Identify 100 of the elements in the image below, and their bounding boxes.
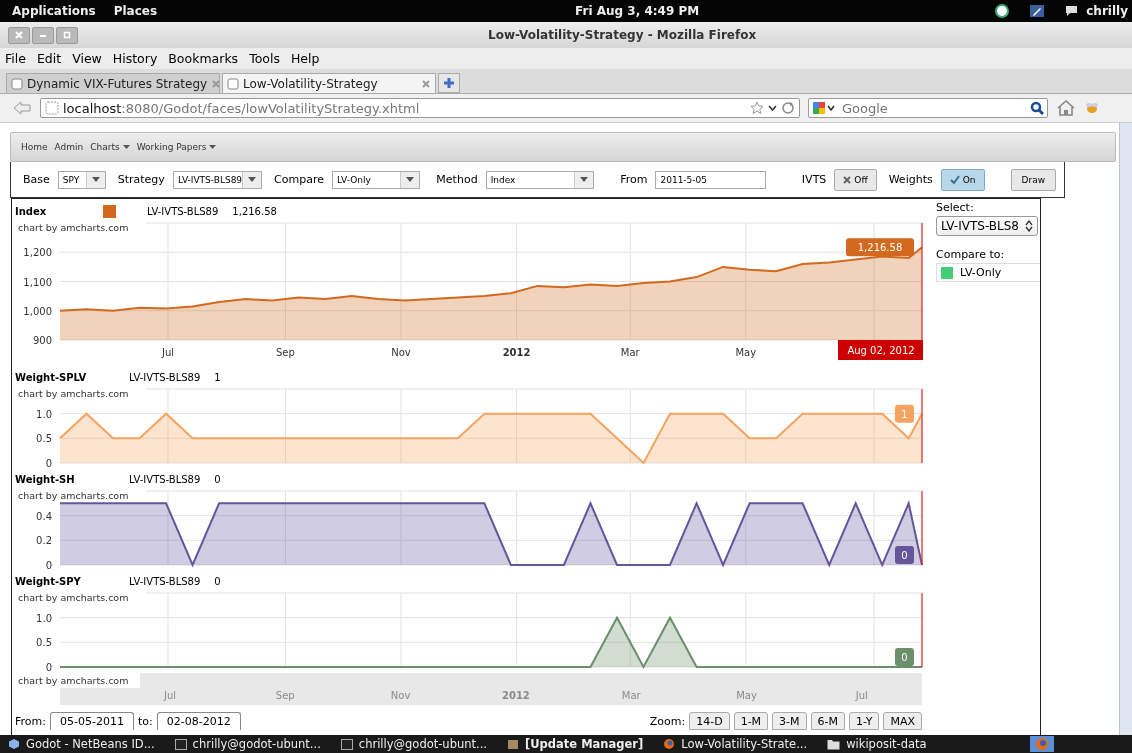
menu-item[interactable]: History xyxy=(112,51,158,66)
legend-label: LV-IVTS-BLS89 xyxy=(129,473,201,485)
navigator-label: 2012 xyxy=(502,690,530,701)
dropdown-button[interactable] xyxy=(400,171,420,188)
y-tick-label: 1,100 xyxy=(23,276,52,288)
dropdown-button[interactable] xyxy=(574,171,594,188)
zoom-button[interactable]: MAX xyxy=(883,712,922,730)
terminal-icon xyxy=(174,738,187,750)
zoom-button[interactable]: 14-D xyxy=(689,712,730,730)
search-engine-icon[interactable] xyxy=(812,101,836,115)
menu-item[interactable]: Bookmarks xyxy=(168,51,239,66)
y-tick-label: 0.5 xyxy=(36,637,52,649)
date-field[interactable]: 05-05-2011 xyxy=(49,712,134,730)
taskbar-item[interactable]: [Update Manager] xyxy=(501,736,650,752)
zoom-button[interactable]: 1-M xyxy=(733,712,769,730)
new-tab-button[interactable] xyxy=(438,73,460,93)
strategy-select[interactable]: LV-IVTS-BLS8 xyxy=(936,216,1038,236)
taskbar-item[interactable]: Low-Volatility-Strate... xyxy=(657,736,814,752)
date-field[interactable]: 02-08-2012 xyxy=(156,712,241,730)
field-label: IVTS xyxy=(801,173,827,186)
menu-item[interactable]: View xyxy=(72,51,102,66)
nav-link[interactable]: Charts xyxy=(90,142,130,152)
menu-item[interactable]: File xyxy=(5,51,26,66)
zoom-button[interactable]: 1-Y xyxy=(849,712,880,730)
caret-icon xyxy=(91,177,100,182)
x-tick-label: Mar xyxy=(620,347,640,358)
select-field[interactable]: SPY xyxy=(57,170,106,189)
x-tick-label: May xyxy=(735,347,757,358)
address-field[interactable]: localhost:8080/Godot/faces/lowVolatilityStrategy.xhtml xyxy=(40,98,800,118)
pen-icon[interactable] xyxy=(1029,4,1046,18)
taskbar-item[interactable]: chrilly@godot-ubunt... xyxy=(168,736,327,752)
page-icon xyxy=(11,77,23,90)
value-label: 0 xyxy=(895,546,914,564)
credit-text: chart by amcharts.com xyxy=(18,490,129,501)
nav-link[interactable]: Working Papers xyxy=(136,142,217,152)
dropdown-icon[interactable] xyxy=(768,105,777,111)
select-field[interactable]: LV-Only xyxy=(332,170,421,189)
zoom-button[interactable]: 6-M xyxy=(810,712,846,730)
nav-link[interactable]: Home xyxy=(21,142,48,152)
minimize-button[interactable] xyxy=(32,26,54,44)
toggle-button[interactable]: Off xyxy=(834,168,877,191)
caret-icon xyxy=(406,177,415,182)
credit-text: chart by amcharts.com xyxy=(18,592,129,603)
browser-tab[interactable]: Dynamic VIX-Futures Strategy xyxy=(6,73,220,93)
browser-icon[interactable] xyxy=(1030,736,1054,752)
toggle-button[interactable]: On xyxy=(940,168,985,191)
y-tick-label: 900 xyxy=(32,335,52,346)
value-label: 1 xyxy=(895,404,914,423)
y-tick-label: 1.0 xyxy=(36,612,52,624)
close-icon[interactable] xyxy=(211,78,222,89)
dropdown-button[interactable] xyxy=(85,171,105,188)
nav-link[interactable]: Admin xyxy=(54,142,84,152)
page-icon xyxy=(45,101,59,115)
menu-item[interactable]: Tools xyxy=(249,51,280,66)
close-button[interactable] xyxy=(8,26,30,44)
taskbar-item[interactable]: chrilly@godot-ubunt... xyxy=(334,736,493,752)
user-name[interactable]: chrilly xyxy=(1086,4,1128,18)
draw-button[interactable]: Draw xyxy=(1010,168,1056,191)
navigator-label: Mar xyxy=(621,690,641,701)
text-field[interactable]: 2011-5-05 xyxy=(655,170,766,189)
chat-icon[interactable] xyxy=(1065,5,1079,17)
select-field[interactable]: Index xyxy=(485,170,595,189)
maximize-icon xyxy=(63,31,71,39)
legend-label: LV-IVTS-BLS89 xyxy=(147,205,219,217)
credit-text: chart by amcharts.com xyxy=(18,388,129,399)
scrollbar[interactable] xyxy=(1119,123,1132,735)
taskbar-item[interactable]: Godot - NetBeans ID... xyxy=(2,736,161,752)
search-bar[interactable]: Google xyxy=(808,98,1048,118)
home-icon[interactable] xyxy=(1056,99,1076,117)
credit-text: chart by amcharts.com xyxy=(18,222,129,233)
window-title: Low-Volatility-Strategy - Mozilla Firefox xyxy=(488,28,757,42)
browser-tab[interactable]: Low-Volatility-Strategy xyxy=(222,73,436,93)
select-field[interactable]: LV-IVTS-BLS89 xyxy=(172,170,263,189)
zoom-button[interactable]: 3-M xyxy=(772,712,807,730)
back-icon[interactable] xyxy=(12,100,32,116)
clock[interactable]: Fri Aug 3, 4:49 PM xyxy=(575,4,700,18)
panel-menu[interactable]: Applications xyxy=(12,4,96,18)
chart-title: Weight-SH xyxy=(15,473,76,485)
legend-value: 0 xyxy=(214,473,221,485)
package-icon xyxy=(507,738,519,750)
menu-item[interactable]: Edit xyxy=(36,51,62,66)
date-label: Aug 02, 2012 xyxy=(838,340,923,360)
menu-item[interactable]: Help xyxy=(290,51,320,66)
maximize-button[interactable] xyxy=(56,26,78,44)
field-label: Method xyxy=(436,173,478,186)
network-icon[interactable] xyxy=(995,4,1010,18)
star-icon[interactable] xyxy=(750,101,764,115)
y-tick-label: 1.0 xyxy=(36,408,52,420)
search-icon[interactable] xyxy=(1030,101,1044,115)
panel-menu[interactable]: Places xyxy=(113,4,158,18)
value-label: 0 xyxy=(895,648,914,666)
x-tick-label: Jul xyxy=(161,347,175,358)
bee-icon[interactable] xyxy=(1084,101,1100,115)
dropdown-button[interactable] xyxy=(242,171,262,188)
taskbar-item[interactable]: wikiposit-data xyxy=(821,736,933,752)
close-icon[interactable] xyxy=(421,78,431,89)
close-icon xyxy=(15,31,23,39)
field-label: Strategy xyxy=(117,173,165,186)
y-tick-label: 0 xyxy=(45,458,52,467)
compare-item[interactable]: LV-Only xyxy=(937,264,1040,281)
